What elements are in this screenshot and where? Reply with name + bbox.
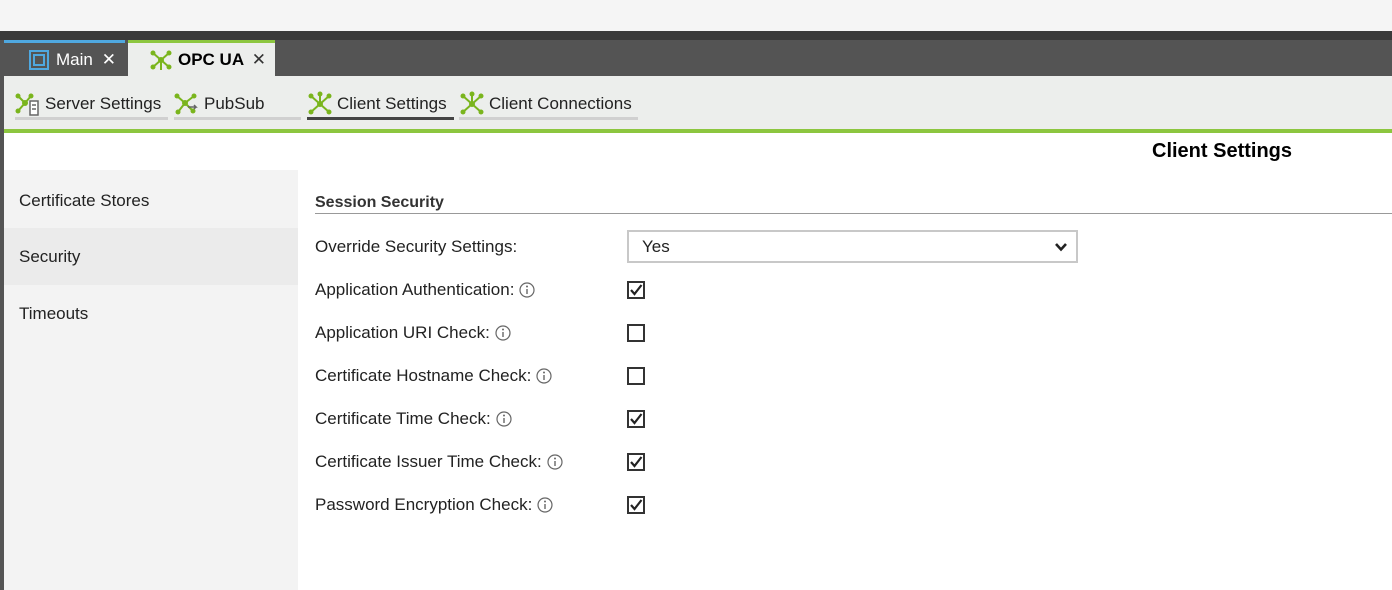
toolbar-client-settings[interactable]: Client Settings	[307, 90, 454, 120]
checkmark-icon	[630, 456, 643, 468]
field-certificate-issuer-time-check-label: Certificate Issuer Time Check:	[315, 450, 563, 474]
toolbar-server-settings[interactable]: Server Settings	[15, 90, 168, 120]
checkbox-application-uri-check[interactable]	[627, 324, 645, 342]
network-icon	[459, 91, 485, 117]
info-icon[interactable]	[519, 282, 536, 298]
override-security-select[interactable]: Yes	[627, 230, 1078, 263]
field-label-text: Certificate Issuer Time Check:	[315, 452, 542, 471]
field-application-authentication-label: Application Authentication:	[315, 278, 536, 302]
field-label-text: Application Authentication:	[315, 280, 515, 299]
info-icon[interactable]	[536, 368, 552, 384]
sidebar-item-timeouts[interactable]: Timeouts	[4, 285, 298, 342]
close-icon[interactable]: ✕	[252, 50, 266, 70]
checkbox-password-encryption-check[interactable]	[627, 496, 645, 514]
window-icon	[28, 49, 50, 71]
server-network-icon	[15, 91, 41, 117]
checkmark-icon	[630, 284, 643, 296]
field-certificate-time-check-label: Certificate Time Check:	[315, 407, 512, 431]
network-icon	[150, 49, 172, 71]
sidebar-item-certificate-stores[interactable]: Certificate Stores	[4, 172, 298, 229]
checkmark-icon	[630, 499, 643, 511]
info-icon[interactable]	[547, 454, 563, 470]
toolbar-client-settings-label: Client Settings	[337, 93, 447, 113]
page-title: Client Settings	[1152, 140, 1293, 162]
sidebar-item-label: Security	[19, 246, 81, 266]
tab-main[interactable]: Main ✕	[4, 40, 125, 76]
field-label-text: Password Encryption Check:	[315, 495, 533, 514]
tab-bar-top-line	[0, 31, 1392, 40]
sidebar-item-label: Timeouts	[19, 303, 89, 323]
window-top-strip	[0, 0, 1392, 31]
override-security-label: Override Security Settings:	[315, 235, 517, 259]
checkbox-certificate-hostname-check[interactable]	[627, 367, 645, 385]
tab-opc-ua-label: OPC UA	[178, 49, 245, 69]
info-icon[interactable]	[537, 497, 553, 513]
tab-main-label: Main	[56, 49, 93, 69]
checkbox-application-authentication[interactable]	[627, 281, 645, 299]
checkbox-certificate-time-check[interactable]	[627, 410, 645, 428]
network-icon	[307, 91, 333, 117]
tab-opc-ua[interactable]: OPC UA ✕	[128, 40, 275, 76]
field-certificate-hostname-check-label: Certificate Hostname Check:	[315, 364, 552, 388]
info-icon[interactable]	[495, 325, 511, 341]
checkbox-certificate-issuer-time-check[interactable]	[627, 453, 645, 471]
field-label-text: Certificate Time Check:	[315, 409, 491, 428]
section-divider	[315, 213, 1392, 214]
toolbar-server-settings-label: Server Settings	[45, 93, 162, 113]
section-title: Session Security	[315, 194, 444, 211]
override-security-label-text: Override Security Settings:	[315, 237, 518, 256]
toolbar-pubsub-label: PubSub	[204, 93, 265, 113]
pubsub-network-icon	[174, 91, 200, 117]
sidebar-item-label: Certificate Stores	[19, 190, 150, 210]
close-icon[interactable]: ✕	[102, 50, 116, 70]
toolbar-client-connections-label: Client Connections	[489, 93, 632, 113]
field-label-text: Application URI Check:	[315, 323, 490, 342]
field-password-encryption-check-label: Password Encryption Check:	[315, 493, 553, 517]
sidebar-item-security[interactable]: Security	[4, 228, 298, 285]
chevron-down-icon	[1055, 243, 1067, 252]
checkmark-icon	[630, 413, 643, 425]
override-security-value: Yes	[642, 236, 670, 256]
field-application-uri-check-label: Application URI Check:	[315, 321, 511, 345]
field-label-text: Certificate Hostname Check:	[315, 366, 532, 385]
toolbar-client-connections[interactable]: Client Connections	[459, 90, 638, 120]
toolbar-pubsub[interactable]: PubSub	[174, 90, 301, 120]
info-icon[interactable]	[496, 411, 512, 427]
